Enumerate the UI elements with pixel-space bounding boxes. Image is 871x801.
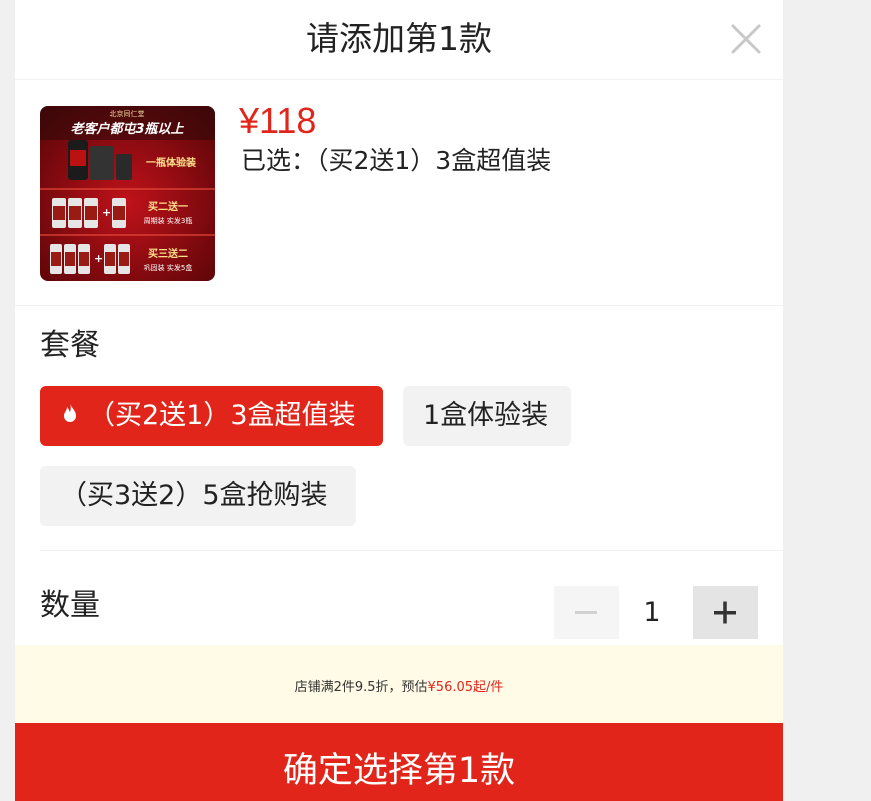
package-option-1box-trial[interactable]: 1盒体验装 bbox=[403, 386, 571, 446]
package-option-5box-flash[interactable]: （买3送2）5盒抢购装 bbox=[40, 466, 356, 526]
quantity-label: 数量 bbox=[40, 588, 100, 623]
plus-icon bbox=[714, 601, 736, 624]
quantity-value[interactable]: 1 bbox=[618, 586, 686, 639]
promo-prefix: 店铺满2件9.5折，预估 bbox=[294, 680, 428, 695]
quantity-plus-button[interactable] bbox=[693, 586, 758, 639]
divider bbox=[40, 550, 783, 551]
fire-icon bbox=[64, 402, 76, 422]
selected-variant-text: 已选：（买2送1）3盒超值装 bbox=[241, 146, 552, 175]
minus-icon bbox=[575, 611, 597, 614]
promo-estimate: ¥56.05起/件 bbox=[427, 680, 504, 695]
thumb-row3-sub: 巩固装 实发5盒 bbox=[144, 263, 193, 272]
package-option-label: （买2送1）3盒超值装 bbox=[88, 400, 356, 431]
sku-selector-sheet: 请添加第1款 北京同仁堂 老客户都屯3瓶以上 一瓶体验装 + 买二送一 周期装 … bbox=[15, 0, 783, 801]
thumb-row1: 一瓶体验装 bbox=[146, 156, 196, 169]
thumb-brand: 北京同仁堂 bbox=[110, 109, 145, 118]
svg-text:+: + bbox=[102, 206, 111, 219]
thumb-headline: 老客户都屯3瓶以上 bbox=[70, 121, 184, 137]
thumb-row2-sub: 周期装 实发3瓶 bbox=[144, 216, 193, 225]
package-option-label: 1盒体验装 bbox=[423, 400, 549, 431]
quantity-minus-button[interactable] bbox=[554, 586, 619, 639]
package-label: 套餐 bbox=[40, 328, 100, 363]
close-button[interactable] bbox=[729, 22, 763, 56]
product-summary: 北京同仁堂 老客户都屯3瓶以上 一瓶体验装 + 买二送一 周期装 实发3瓶 + … bbox=[15, 80, 783, 306]
close-icon bbox=[731, 24, 761, 54]
thumb-row2-title: 买二送一 bbox=[148, 200, 188, 213]
package-option-label: （买3送2）5盒抢购装 bbox=[60, 480, 328, 511]
confirm-button[interactable]: 确定选择第1款 bbox=[15, 723, 783, 801]
sheet-title: 请添加第1款 bbox=[306, 19, 492, 58]
product-price: ¥118 bbox=[239, 100, 317, 141]
thumb-row3-title: 买三送二 bbox=[148, 247, 188, 260]
package-option-3box-deal[interactable]: （买2送1）3盒超值装 bbox=[40, 386, 383, 446]
promo-text: 店铺满2件9.5折，预估¥56.05起/件 bbox=[15, 679, 783, 697]
sheet-header: 请添加第1款 bbox=[15, 0, 783, 80]
promo-banner: 店铺满2件9.5折，预估¥56.05起/件 bbox=[15, 645, 783, 723]
product-thumbnail: 北京同仁堂 老客户都屯3瓶以上 一瓶体验装 + 买二送一 周期装 实发3瓶 + … bbox=[40, 106, 215, 281]
svg-text:+: + bbox=[94, 252, 103, 265]
